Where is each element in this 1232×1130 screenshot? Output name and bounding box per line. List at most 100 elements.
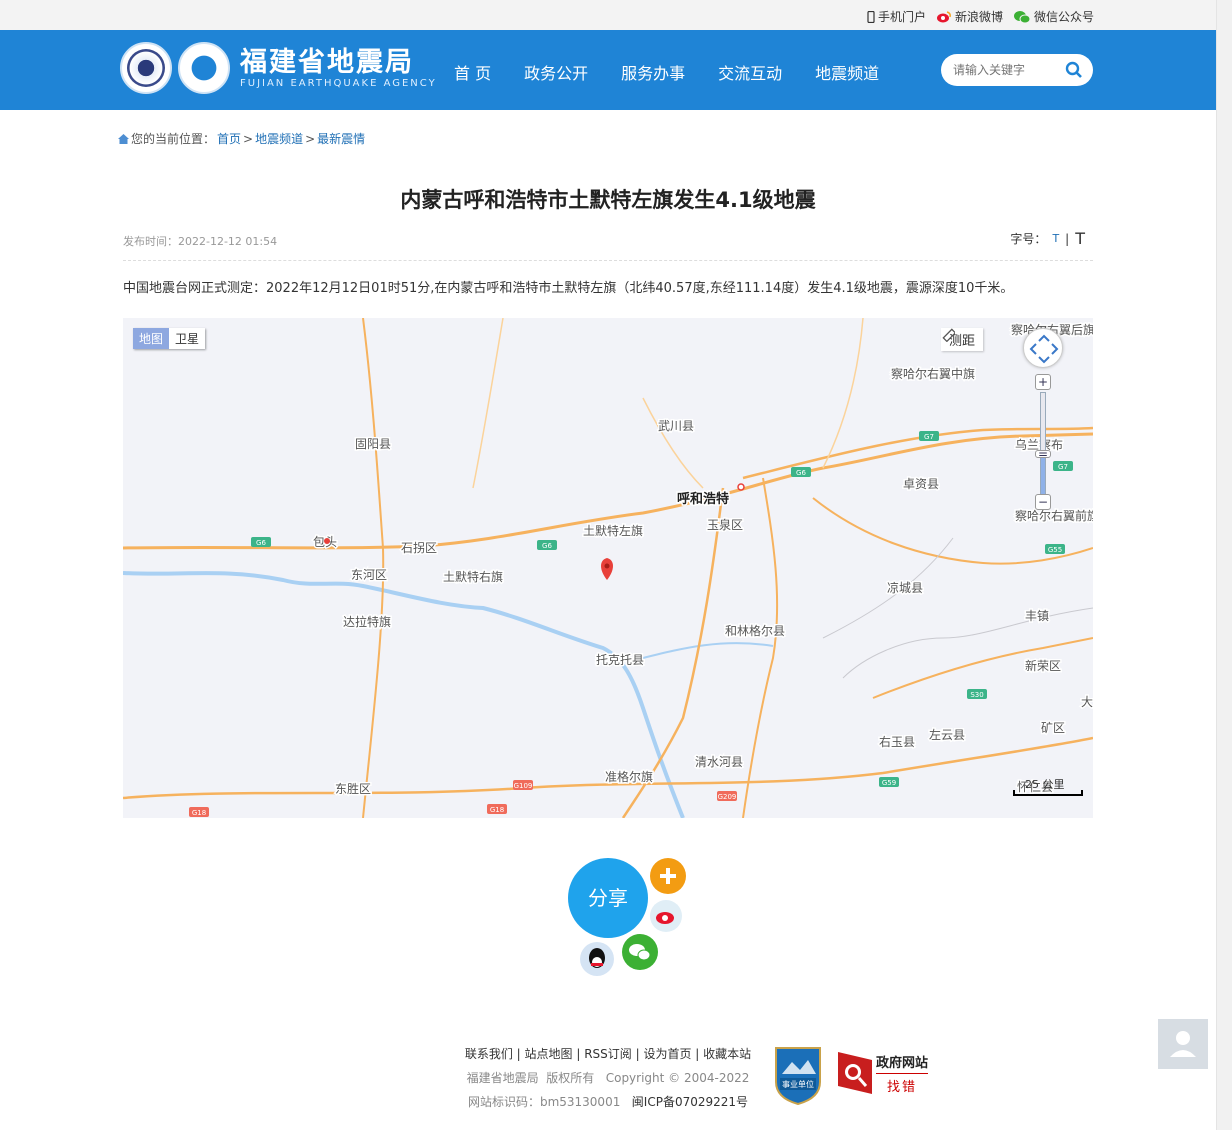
road-shield: G59 <box>879 777 899 787</box>
zoom-out-button[interactable]: − <box>1035 494 1051 510</box>
epicenter-marker-icon[interactable] <box>601 558 613 580</box>
road-shield: S30 <box>967 689 987 699</box>
map-place-label: 矿区 <box>1041 721 1065 735</box>
map-place-label: 托克托县 <box>596 653 644 667</box>
footer-link-sitemap[interactable]: 站点地图 <box>525 1047 573 1061</box>
map-place-label: 清水河县 <box>695 755 743 769</box>
copyright-rights: 版权所有 <box>546 1071 595 1085</box>
svg-text:G6: G6 <box>256 539 266 547</box>
site-name: 福建省地震局 <box>240 46 414 78</box>
emblem-icon <box>120 42 172 94</box>
road-shield: G209 <box>717 791 737 801</box>
mobile-portal-link[interactable]: 手机门户 <box>867 8 926 25</box>
badge2-line2: 找错 <box>887 1079 918 1095</box>
map-type-map[interactable]: 地图 <box>133 328 170 349</box>
road-shield: G6 <box>791 467 811 477</box>
map-place-label: 卓资县 <box>903 477 939 491</box>
breadcrumb-earthquake-channel[interactable]: 地震频道 <box>255 130 303 147</box>
road-shield: G55 <box>1045 544 1065 554</box>
ruler-icon <box>942 328 955 342</box>
svg-text:G6: G6 <box>542 542 552 550</box>
minor-road <box>472 318 504 489</box>
search-input[interactable] <box>953 63 1065 77</box>
river <box>642 642 774 659</box>
weibo-share-icon[interactable] <box>650 900 682 932</box>
search-box <box>941 54 1093 86</box>
minor-road <box>642 397 704 489</box>
zoom-slider-handle[interactable]: = <box>1035 448 1051 460</box>
report-error-badge[interactable]: 政府网站 找错 <box>836 1050 929 1096</box>
map-place-label: 达拉特旗 <box>343 614 391 629</box>
weibo-link[interactable]: 新浪微博 <box>936 8 1003 25</box>
city-dot <box>737 483 745 491</box>
epicenter-map[interactable]: 察哈尔右翼后旗察哈尔右翼中旗武川县固阳县乌兰察布卓资县呼和浩特玉泉区土默特左旗包… <box>123 318 1093 818</box>
breadcrumb-sep: > <box>243 131 254 146</box>
nav-earthquake-channel[interactable]: 地震频道 <box>815 60 879 84</box>
highway-road <box>123 736 1093 800</box>
font-size-large-button[interactable]: T <box>1075 229 1085 248</box>
qq-share-icon[interactable] <box>580 942 614 976</box>
footer-link-contact[interactable]: 联系我们 <box>465 1047 513 1061</box>
svg-text:G6: G6 <box>796 469 806 477</box>
nav-services[interactable]: 服务办事 <box>621 60 685 84</box>
site-name-en: FUJIAN EARTHQUAKE AGENCY <box>240 77 437 89</box>
map-canvas[interactable]: 察哈尔右翼后旗察哈尔右翼中旗武川县固阳县乌兰察布卓资县呼和浩特玉泉区土默特左旗包… <box>123 318 1093 818</box>
fjea-logo-icon <box>178 42 230 94</box>
share-button[interactable]: 分享 <box>568 858 648 938</box>
publish-time: 2022-12-12 01:54 <box>178 235 278 248</box>
svg-text:G59: G59 <box>882 779 896 787</box>
breadcrumb: 您的当前位置： 首页 > 地震频道 > 最新震情 <box>118 130 365 147</box>
footer-link-rss[interactable]: RSS订阅 <box>584 1047 632 1061</box>
public-institution-badge[interactable]: 事业单位 <box>772 1044 824 1110</box>
road-shield: G7 <box>1053 461 1073 471</box>
nav-home[interactable]: 首 页 <box>454 60 491 84</box>
pan-control[interactable] <box>1023 328 1063 368</box>
svg-text:G109: G109 <box>514 782 533 790</box>
search-icon[interactable] <box>1065 61 1083 79</box>
zoom-control: + = − <box>1033 374 1053 510</box>
article-meta: 发布时间：2022-12-12 01:54 字号： T | T <box>123 229 1093 261</box>
river <box>123 571 685 818</box>
footer-ids: 网站标识码：bm53130001 闽ICP备07029221号 <box>460 1090 756 1114</box>
nav-gov-affairs[interactable]: 政务公开 <box>524 60 588 84</box>
font-size-divider: | <box>1065 231 1070 246</box>
breadcrumb-home[interactable]: 首页 <box>217 130 241 147</box>
icp-number[interactable]: 闽ICP备07029221号 <box>632 1095 748 1109</box>
road-shield: G7 <box>919 431 939 441</box>
map-place-label: 呼和浩特 <box>677 491 729 507</box>
share-widget: 分享 <box>560 850 700 990</box>
badge1-label: 事业单位 <box>782 1080 814 1089</box>
font-size-switcher: 字号： T | T <box>1010 229 1085 248</box>
more-share-icon[interactable] <box>650 858 686 894</box>
font-size-small-button[interactable]: T <box>1052 232 1059 245</box>
top-utility-bar: 手机门户 新浪微博 微信公众号 <box>0 0 1216 30</box>
article-body: 中国地震台网正式测定：2022年12月12日01时51分,在内蒙古呼和浩特市土默… <box>123 281 1014 296</box>
page-scrollbar[interactable] <box>1216 0 1232 1130</box>
map-place-label: 新荣区 <box>1025 658 1061 673</box>
wechat-link[interactable]: 微信公众号 <box>1013 8 1094 25</box>
footer-link-homepage[interactable]: 设为首页 <box>643 1047 691 1061</box>
measure-distance-button[interactable]: 测距 <box>941 328 984 351</box>
road-shield: G109 <box>513 780 533 790</box>
site-logo[interactable]: 福建省地震局 FUJIAN EARTHQUAKE AGENCY <box>120 42 437 94</box>
user-float-button[interactable] <box>1158 1019 1208 1069</box>
footer-link-bookmark[interactable]: 收藏本站 <box>703 1047 751 1061</box>
road-shield: G6 <box>251 537 271 547</box>
map-place-label: 固阳县 <box>355 437 391 451</box>
badge2-line1: 政府网站 <box>876 1052 929 1074</box>
road-shield: G18 <box>189 807 209 817</box>
wechat-share-icon[interactable] <box>622 934 658 970</box>
breadcrumb-prefix: 您的当前位置： <box>131 132 216 146</box>
breadcrumb-latest[interactable]: 最新震情 <box>317 130 365 147</box>
nav-interaction[interactable]: 交流互动 <box>718 60 782 84</box>
breadcrumb-sep: > <box>305 131 316 146</box>
zoom-in-button[interactable]: + <box>1035 374 1051 390</box>
weibo-icon <box>936 10 951 22</box>
minor-road <box>822 318 864 469</box>
map-type-satellite[interactable]: 卫星 <box>169 328 206 349</box>
map-place-label: 察哈尔右翼中旗 <box>891 366 975 381</box>
magnifier-icon <box>838 1052 872 1094</box>
map-place-label: 察哈尔右翼前旗 <box>1015 508 1093 523</box>
map-place-label: 玉泉区 <box>707 518 743 532</box>
home-icon <box>118 133 129 144</box>
